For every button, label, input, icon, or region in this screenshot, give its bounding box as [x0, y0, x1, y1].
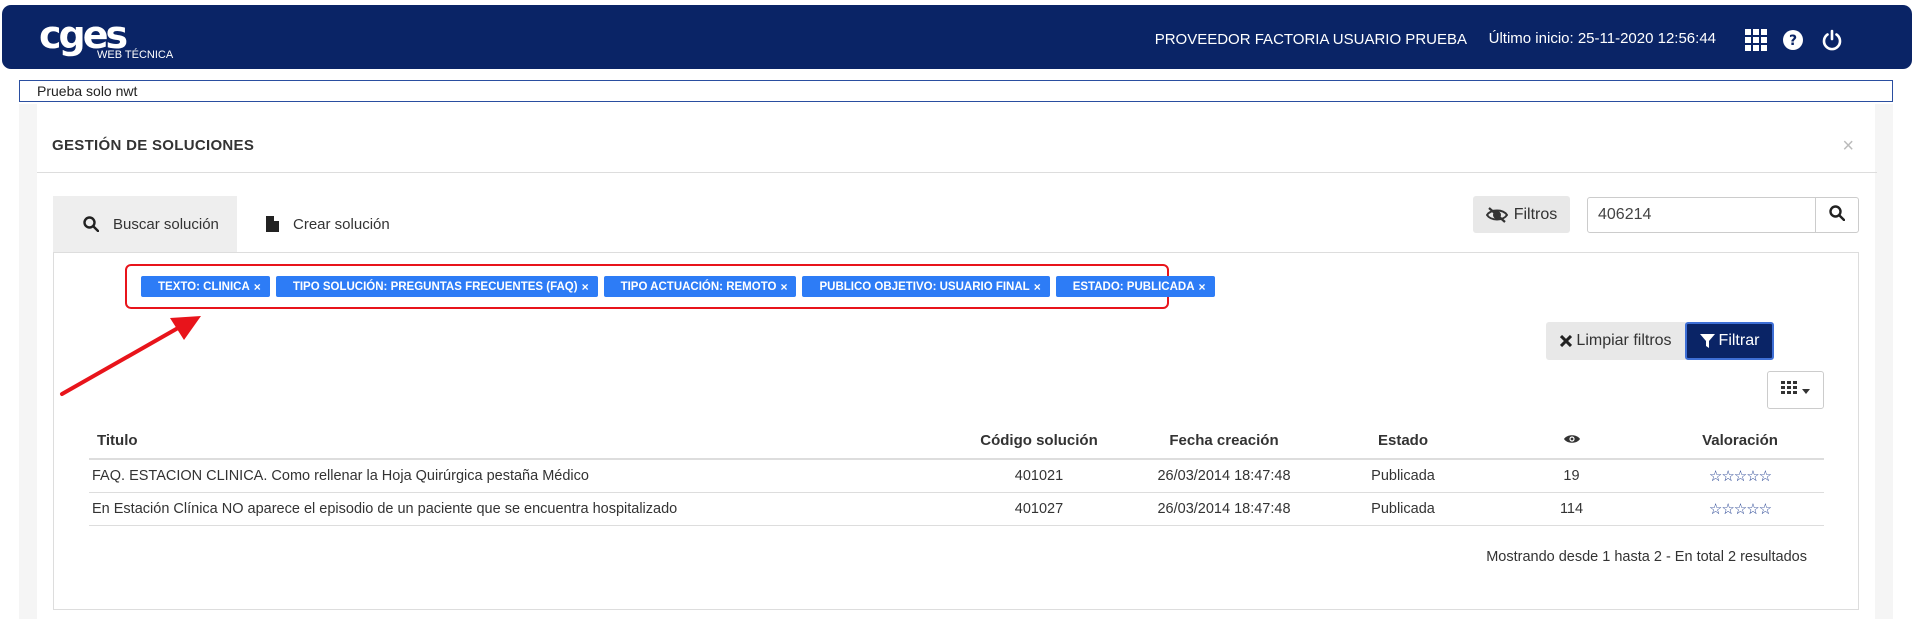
cell-date: 26/03/2014 18:47:48 [1157, 468, 1291, 484]
results-summary: Mostrando desde 1 hasta 2 - En total 2 r… [1486, 549, 1807, 565]
top-navbar: cges WEB TÉCNICA PROVEEDOR FACTORIA USUA… [2, 5, 1912, 69]
last-login: Último inicio: 25-11-2020 12:56:44 [1488, 30, 1716, 47]
rating-stars: ☆☆☆☆☆ [1708, 501, 1772, 518]
apps-grid-icon[interactable] [1743, 27, 1769, 53]
panel-title: GESTIÓN DE SOLUCIONES [52, 137, 255, 154]
cell-date: 26/03/2014 18:47:48 [1157, 501, 1291, 517]
header-date[interactable]: Fecha creación [1129, 432, 1319, 449]
toggle-filters-button[interactable]: Filtros [1473, 196, 1570, 233]
caret-down-icon [1802, 381, 1810, 399]
cell-views: 19 [1563, 468, 1580, 484]
funnel-icon [1699, 333, 1715, 349]
solutions-table: Titulo Código solución Fecha creación Es… [89, 423, 1824, 526]
file-icon [266, 216, 279, 232]
help-icon[interactable]: ? [1780, 27, 1806, 53]
chip-label: ESTADO: PUBLICADA [1072, 280, 1195, 293]
apply-filter-label: Filtrar [1718, 332, 1760, 349]
cell-state: Publicada [1371, 501, 1435, 517]
logo-text: cges [39, 13, 128, 57]
search-icon [1829, 204, 1846, 226]
tab-label: Crear solución [293, 215, 390, 233]
active-filters: TEXTO: CLINICA × TIPO SOLUCIÓN: PREGUNTAS… [141, 276, 1215, 297]
filter-chip[interactable]: TIPO SOLUCIÓN: PREGUNTAS FRECUENTES (FAQ… [275, 276, 598, 297]
cell-code: 401021 [1014, 468, 1064, 484]
header-title[interactable]: Titulo [89, 432, 949, 449]
filter-chip[interactable]: TIPO ACTUACIÓN: REMOTO × [603, 276, 797, 297]
remove-icon[interactable]: × [582, 280, 589, 294]
filters-label: Filtros [1513, 205, 1558, 223]
header-state[interactable]: Estado [1319, 432, 1487, 449]
notice-bar: Prueba solo nwt [19, 80, 1893, 102]
header-rating[interactable]: Valoración [1656, 432, 1824, 449]
filter-chip[interactable]: ESTADO: PUBLICADA × [1055, 276, 1215, 297]
user-name: PROVEEDOR FACTORIA USUARIO PRUEBA [1154, 31, 1467, 48]
filter-chip[interactable]: TEXTO: CLINICA × [141, 276, 270, 297]
clear-filters-label: Limpiar filtros [1576, 332, 1672, 349]
rating-stars: ☆☆☆☆☆ [1708, 468, 1772, 485]
table-row[interactable]: En Estación Clínica NO aparece el episod… [89, 493, 1824, 526]
tab-label: Buscar solución [113, 215, 219, 233]
tab-search-solution[interactable]: Buscar solución [53, 196, 237, 252]
search-button[interactable] [1815, 197, 1859, 233]
chip-label: TIPO ACTUACIÓN: REMOTO [620, 280, 777, 293]
close-icon[interactable]: × [1842, 135, 1854, 158]
remove-icon[interactable]: × [254, 280, 261, 294]
eye-icon [1563, 432, 1581, 449]
column-chooser-button[interactable] [1767, 371, 1824, 409]
power-icon[interactable] [1819, 27, 1845, 53]
chip-label: TIPO SOLUCIÓN: PREGUNTAS FRECUENTES (FAQ… [292, 280, 578, 293]
filter-chip[interactable]: PUBLICO OBJETIVO: USUARIO FINAL × [802, 276, 1050, 297]
header-code[interactable]: Código solución [949, 432, 1129, 449]
annotation-arrow-icon [60, 316, 201, 396]
clear-filters-button[interactable]: Limpiar filtros [1546, 322, 1686, 360]
apply-filter-button[interactable]: Filtrar [1685, 322, 1774, 360]
page: cges WEB TÉCNICA PROVEEDOR FACTORIA USUA… [0, 0, 1914, 619]
cell-title[interactable]: En Estación Clínica NO aparece el episod… [89, 501, 949, 517]
remove-icon[interactable]: × [1034, 280, 1041, 294]
chip-label: TEXTO: CLINICA [158, 280, 250, 293]
remove-icon[interactable]: × [780, 280, 787, 294]
cell-state: Publicada [1371, 468, 1435, 484]
divider [37, 172, 1877, 173]
table-header: Titulo Código solución Fecha creación Es… [89, 423, 1824, 460]
chip-label: PUBLICO OBJETIVO: USUARIO FINAL [819, 280, 1030, 293]
tab-create-solution[interactable]: Crear solución [266, 196, 390, 252]
logo[interactable]: cges WEB TÉCNICA [39, 13, 173, 61]
table-grid-icon [1781, 381, 1797, 399]
cell-code: 401027 [1014, 501, 1064, 517]
search-input[interactable] [1587, 197, 1816, 233]
search-icon [83, 216, 99, 232]
close-icon [1560, 335, 1573, 347]
table-row[interactable]: FAQ. ESTACION CLINICA. Como rellenar la … [89, 460, 1824, 493]
eye-slash-icon [1485, 206, 1508, 223]
svg-text:?: ? [1789, 33, 1797, 49]
logo-subtitle: WEB TÉCNICA [97, 49, 174, 61]
cell-title[interactable]: FAQ. ESTACION CLINICA. Como rellenar la … [89, 468, 949, 484]
cell-views: 114 [1559, 501, 1584, 517]
header-views[interactable] [1487, 432, 1656, 449]
remove-icon[interactable]: × [1199, 280, 1206, 294]
